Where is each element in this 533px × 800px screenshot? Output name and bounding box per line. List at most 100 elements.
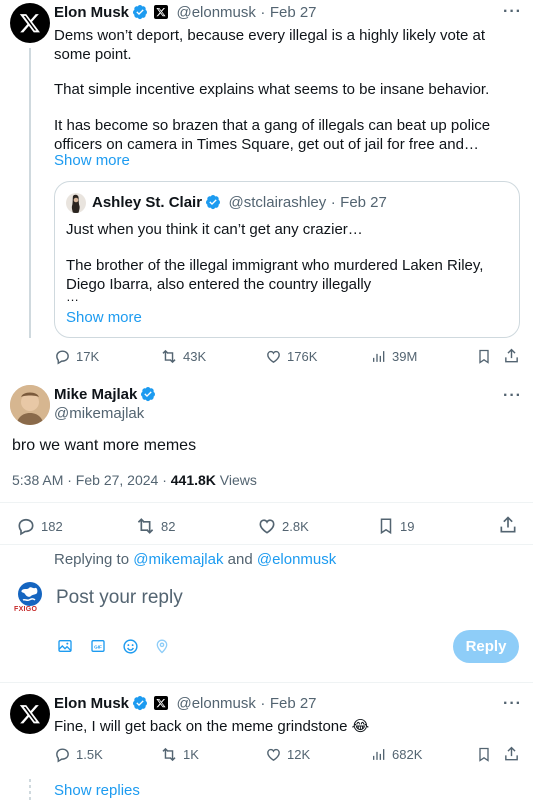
x-logo-icon [19,705,40,724]
author-handle[interactable]: @elonmusk [176,695,255,712]
separator: · [260,695,266,712]
quote-text-2: The brother of the illegal immigrant who… [66,257,484,293]
share-icon[interactable] [503,347,520,370]
bookmark-action[interactable]: 19 [377,516,414,536]
tweet2-text: Fine, I will get back on the meme grinds… [54,718,370,735]
bookmark-count: 19 [400,518,415,534]
bookmark-icon[interactable] [476,746,492,768]
repost-action[interactable]: 43K [160,348,206,365]
svg-text:GIF: GIF [94,644,102,649]
share-icon[interactable] [503,745,520,768]
views-chart-icon [373,351,385,362]
quote-text-1: Just when you think it can’t get any cra… [66,221,363,238]
separator: · [330,194,336,211]
repost-count: 82 [161,518,176,534]
heart-icon [259,519,275,534]
bookmark-icon[interactable] [476,348,492,370]
divider [0,682,533,683]
replying-to: Replying to @mikemajlak and @elonmusk [54,551,336,568]
quote-author-name[interactable]: Ashley St. Clair [92,194,202,211]
verified-badge-icon [132,695,148,711]
replying-user-link[interactable]: @mikemajlak [133,551,223,568]
post-timestamp[interactable]: 5:38 AM · Feb 27, 2024 · [12,472,171,488]
repost-icon [162,349,176,364]
main-author: Mike Majlak [54,386,156,404]
views-action[interactable]: 682K [371,746,422,763]
views-count: 682K [392,747,423,762]
views-chart-icon [373,749,385,760]
avatar-brand-text: FXIGO [14,606,38,613]
bookmark-icon [380,518,392,535]
views-label: Views [215,472,257,488]
separator: · [260,4,266,21]
repost-action[interactable]: 82 [135,516,175,536]
like-action[interactable]: 12K [265,746,310,763]
divider [0,544,533,545]
reply-action[interactable]: 1.5K [54,746,103,763]
elon-avatar[interactable] [10,694,50,734]
post-date[interactable]: Feb 27 [270,4,317,21]
quote-text-3: … [66,289,79,304]
reply-count: 17K [76,349,100,364]
post-date[interactable]: Feb 27 [270,695,317,712]
quote-author-handle: @stclairashley [228,194,327,211]
reply-count: 1.5K [76,747,103,762]
reply-icon [56,748,69,763]
author-handle[interactable]: @elonmusk [176,4,255,21]
like-action[interactable]: 176K [265,348,317,365]
my-avatar[interactable]: FXIGO [10,578,50,618]
person-avatar-icon [71,194,80,213]
replying-user-link[interactable]: @elonmusk [257,551,336,568]
person-avatar-icon [10,385,50,425]
tweet1-text-2: That simple incentive explains what seem… [54,81,490,98]
thread-line [29,48,31,338]
reply-action[interactable]: 17K [54,348,99,365]
repost-count: 43K [183,349,207,364]
show-replies-link[interactable]: Show replies [54,782,140,799]
quote-avatar[interactable] [66,193,86,213]
quote-date: Feb 27 [340,194,387,211]
mike-avatar[interactable] [10,385,50,425]
main-tweet-text: bro we want more memes [12,437,197,454]
main-author-handle[interactable]: @mikemajlak [54,405,144,422]
reply-button[interactable]: Reply [453,630,519,663]
more-options-icon[interactable]: ··· [503,387,522,405]
heart-icon [267,748,280,761]
reply-icon [56,350,69,365]
reply-action[interactable]: 182 [16,516,63,536]
share-icon[interactable] [498,515,518,540]
reply-input[interactable]: Post your reply [56,587,183,609]
show-more-link[interactable]: Show more [54,152,130,169]
reply-icon [18,518,34,536]
more-options-icon[interactable]: ··· [503,695,522,713]
like-action[interactable]: 2.8K [257,516,309,536]
repost-action[interactable]: 1K [160,746,199,763]
repost-count: 1K [183,747,199,762]
views-count: 441.8K [170,472,216,488]
replying-prefix: Replying to [54,551,134,568]
repost-icon [137,518,154,534]
like-count: 176K [287,349,318,364]
quoted-tweet[interactable]: Ashley St. Clair @stclairashley · Feb 27… [54,181,520,338]
emoji-icon[interactable] [122,638,139,660]
tweet1-header: Elon Musk @elonmusk · Feb 27 [54,4,494,22]
tweet2-header: Elon Musk @elonmusk · Feb 27 [54,695,317,713]
heart-icon [267,350,280,363]
like-count: 2.8K [282,518,309,534]
media-image-icon[interactable] [57,638,73,659]
author-name[interactable]: Elon Musk [54,695,129,712]
gif-icon[interactable]: GIF [90,638,106,659]
elon-avatar[interactable] [10,3,50,43]
more-options-icon[interactable]: ··· [503,3,522,21]
main-author-name[interactable]: Mike Majlak [54,386,137,403]
like-count: 12K [287,747,311,762]
divider [0,502,533,503]
post-meta: 5:38 AM · Feb 27, 2024 · 441.8K Views [12,472,257,488]
quote-header: Ashley St. Clair @stclairashley · Feb 27 [92,194,387,212]
author-name[interactable]: Elon Musk [54,4,129,21]
tweet1-text-1: Dems won’t deport, because every illegal… [54,27,486,63]
repost-icon [162,747,176,762]
location-icon[interactable] [154,638,170,660]
views-action[interactable]: 39M [371,348,417,365]
quote-show-more-link[interactable]: Show more [66,309,142,326]
